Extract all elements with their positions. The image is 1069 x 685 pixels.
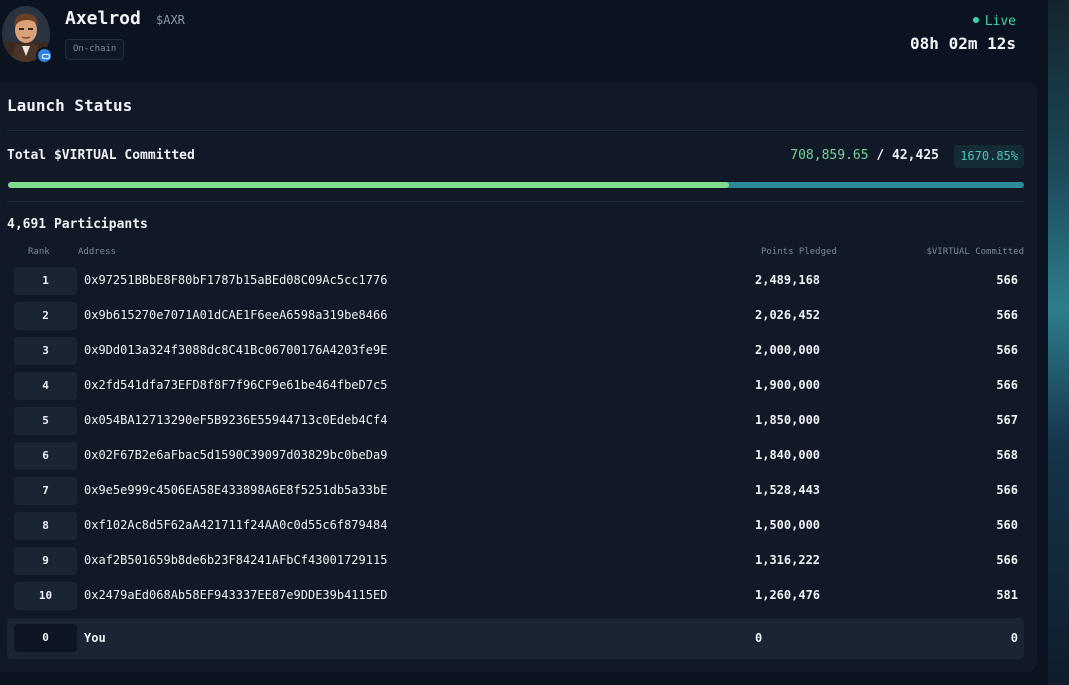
live-label: Live: [984, 14, 1016, 29]
committed-cell: 568: [996, 448, 1018, 462]
committed-amount: 708,859.65: [790, 148, 869, 163]
background-edge: [1048, 0, 1069, 685]
divider: [7, 201, 1024, 202]
total-committed-values: 708,859.65 / 42,425: [790, 148, 939, 163]
address-cell: 0x9Dd013a324f3088dc8C41Bc06700176A4203fe…: [84, 343, 388, 357]
table-row[interactable]: 4 0x2fd541dfa73EFD8f8F7f96CF9e61be464fbe…: [0, 370, 1037, 405]
launch-status-card: Launch Status Total $VIRTUAL Committed 7…: [0, 82, 1037, 672]
committed-cell: 566: [996, 378, 1018, 392]
rank-cell: 7: [14, 477, 77, 505]
column-header-rank: Rank: [28, 247, 50, 257]
committed-cell: 566: [996, 483, 1018, 497]
address-cell: 0x9b615270e7071A01dCAE1F6eeA6598a319be84…: [84, 308, 388, 322]
table-row[interactable]: 6 0x02F67B2e6aFbac5d1590C39097d03829bc0b…: [0, 440, 1037, 475]
table-row[interactable]: 3 0x9Dd013a324f3088dc8C41Bc06700176A4203…: [0, 335, 1037, 370]
total-committed-label: Total $VIRTUAL Committed: [7, 148, 195, 163]
points-cell: 1,840,000: [755, 448, 821, 462]
your-position-row: 0 You 0 0: [7, 618, 1024, 659]
percent-badge: 1670.85%: [954, 145, 1024, 168]
points-cell: 1,528,443: [755, 483, 821, 497]
address-cell: 0x9e5e999c4506EA58E433898A6E8f5251db5a33…: [84, 483, 388, 497]
progress-bar: [8, 182, 1024, 188]
address-cell: 0x2479aEd068Ab58EF943337EE87e9DDE39b4115…: [84, 588, 388, 602]
table-row[interactable]: 2 0x9b615270e7071A01dCAE1F6eeA6598a319be…: [0, 300, 1037, 335]
table-row[interactable]: 10 0x2479aEd068Ab58EF943337EE87e9DDE39b4…: [0, 580, 1037, 615]
points-cell: 1,260,476: [755, 588, 821, 602]
column-header-address: Address: [78, 247, 116, 257]
points-cell: 1,500,000: [755, 518, 821, 532]
committed-cell: 560: [996, 518, 1018, 532]
address-cell: 0xaf2B501659b8de6b23F84241AFbCf430017291…: [84, 553, 388, 567]
rank-cell: 8: [14, 512, 77, 540]
your-label: You: [84, 631, 106, 645]
progress-fill: [8, 182, 730, 188]
rank-cell: 4: [14, 372, 77, 400]
points-cell: 2,000,000: [755, 343, 821, 357]
your-points: 0: [755, 631, 763, 645]
live-status: Live: [972, 14, 1016, 29]
column-header-committed: $VIRTUAL Committed: [926, 247, 1024, 257]
token-header: Axelrod $AXR On-chain Live 08h 02m 12s: [0, 0, 1048, 80]
token-ticker: $AXR: [156, 13, 185, 27]
live-dot-icon: [972, 17, 979, 23]
rank-cell: 10: [14, 582, 77, 610]
address-cell: 0xf102Ac8d5F62aA421711f24AA0c0d55c6f8794…: [84, 518, 388, 532]
address-cell: 0x2fd541dfa73EFD8f8F7f96CF9e61be464fbeD7…: [84, 378, 388, 392]
divider: [7, 130, 1024, 131]
rank-cell: 6: [14, 442, 77, 470]
your-rank: 0: [14, 624, 77, 652]
table-row[interactable]: 8 0xf102Ac8d5F62aA421711f24AA0c0d55c6f87…: [0, 510, 1037, 545]
amount-separator: /: [876, 148, 885, 163]
address-cell: 0x97251BBbE8F80bF1787b15aBEd08C09Ac5cc17…: [84, 273, 388, 287]
rank-cell: 1: [14, 267, 77, 295]
rank-cell: 5: [14, 407, 77, 435]
countdown-timer: 08h 02m 12s: [910, 34, 1016, 53]
table-row[interactable]: 9 0xaf2B501659b8de6b23F84241AFbCf4300172…: [0, 545, 1037, 580]
points-cell: 1,316,222: [755, 553, 821, 567]
address-cell: 0x054BA12713290eF5B9236E55944713c0Edeb4C…: [84, 413, 388, 427]
participants-count: 4,691 Participants: [7, 217, 148, 232]
committed-cell: 566: [996, 553, 1018, 567]
token-name: Axelrod: [65, 8, 141, 29]
table-row[interactable]: 5 0x054BA12713290eF5B9236E55944713c0Edeb…: [0, 405, 1037, 440]
points-cell: 2,026,452: [755, 308, 821, 322]
rank-cell: 3: [14, 337, 77, 365]
points-cell: 1,900,000: [755, 378, 821, 392]
your-committed: 0: [1010, 631, 1018, 645]
table-row[interactable]: 7 0x9e5e999c4506EA58E433898A6E8f5251db5a…: [0, 475, 1037, 510]
rank-cell: 9: [14, 547, 77, 575]
committed-cell: 566: [996, 273, 1018, 287]
points-cell: 1,850,000: [755, 413, 821, 427]
on-chain-chip: On-chain: [65, 39, 125, 60]
committed-cell: 566: [996, 343, 1018, 357]
card-title: Launch Status: [7, 96, 133, 115]
target-amount: 42,425: [892, 148, 939, 163]
table-row[interactable]: 1 0x97251BBbE8F80bF1787b15aBEd08C09Ac5cc…: [0, 265, 1037, 300]
points-cell: 2,489,168: [755, 273, 821, 287]
column-header-points: Points Pledged: [761, 247, 837, 257]
committed-cell: 581: [996, 588, 1018, 602]
rank-cell: 2: [14, 302, 77, 330]
participants-table: 1 0x97251BBbE8F80bF1787b15aBEd08C09Ac5cc…: [0, 265, 1037, 615]
verified-badge-icon: [36, 47, 53, 64]
address-cell: 0x02F67B2e6aFbac5d1590C39097d03829bc0beD…: [84, 448, 388, 462]
committed-cell: 567: [996, 413, 1018, 427]
committed-cell: 566: [996, 308, 1018, 322]
